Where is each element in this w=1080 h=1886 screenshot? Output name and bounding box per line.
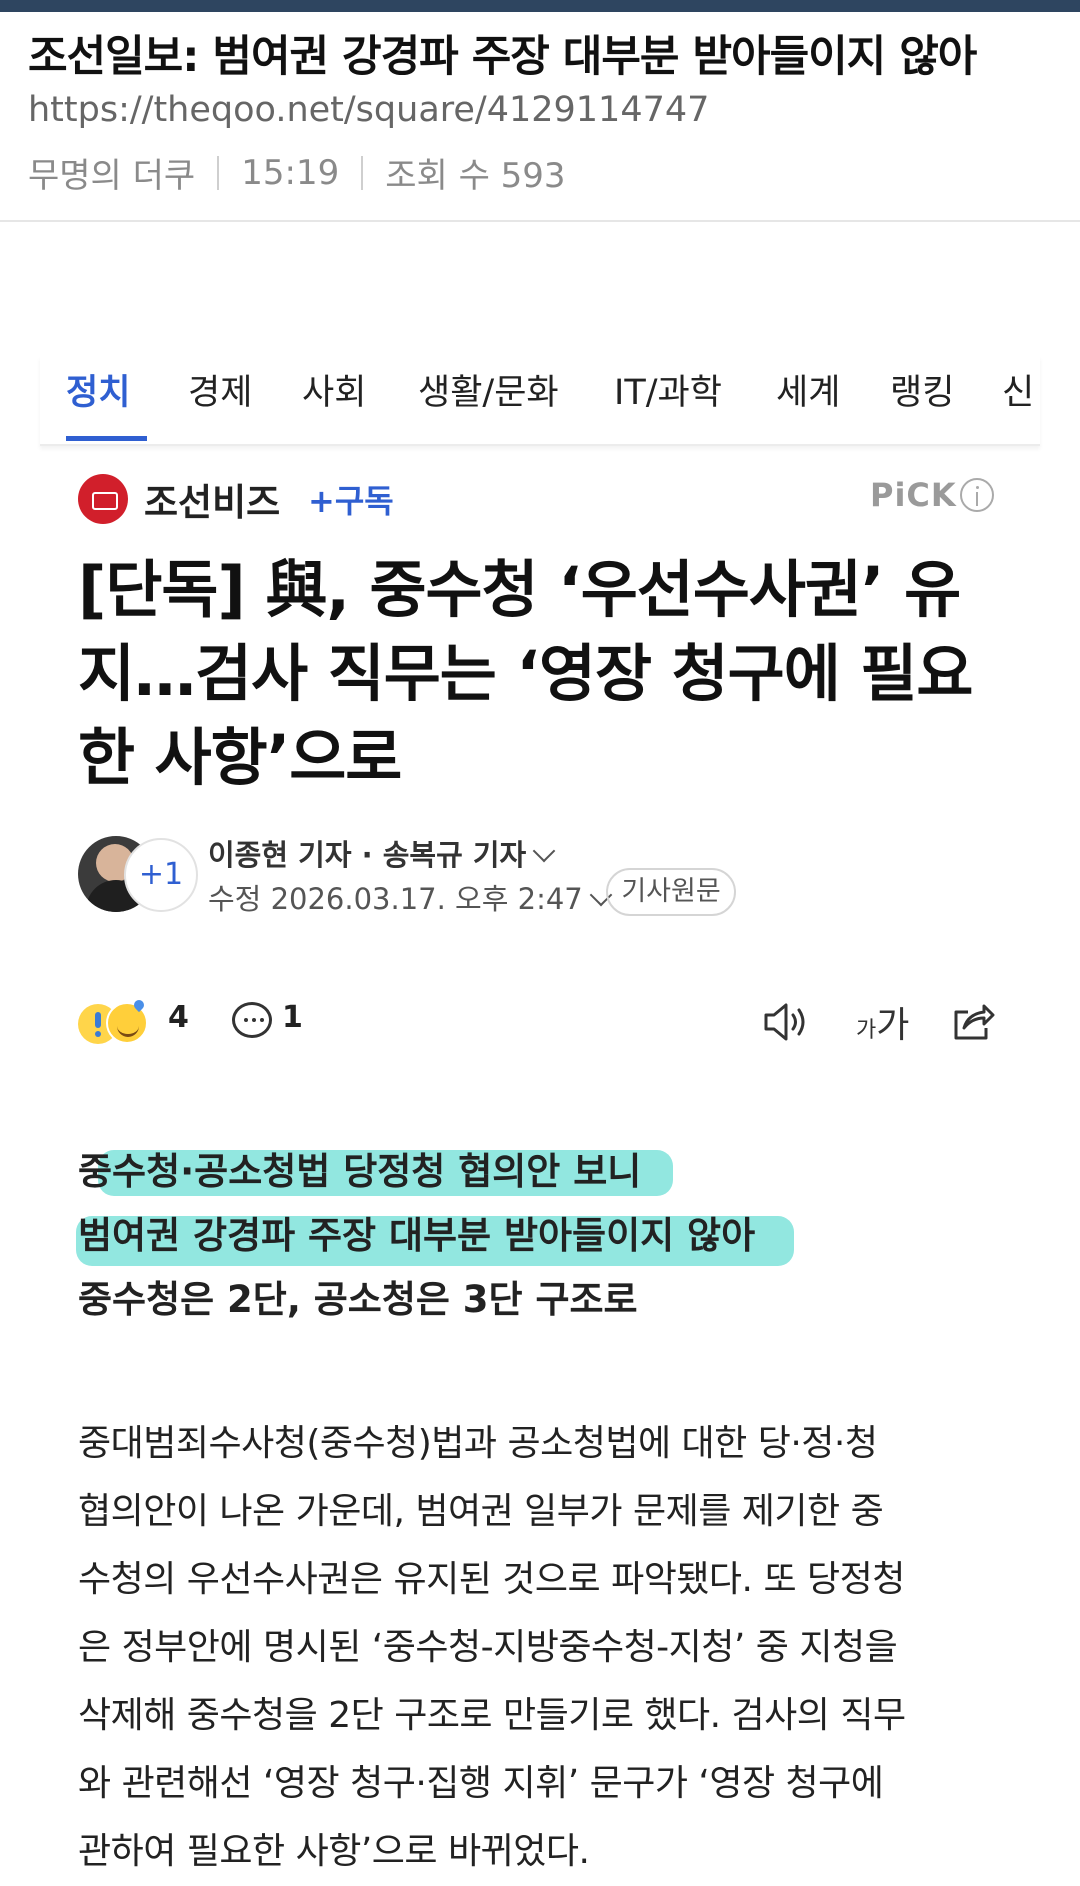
subhead-text: 중수청은 2단, 공소청은 3단 구조로 xyxy=(78,1278,638,1321)
tab-world[interactable]: 세계 xyxy=(776,364,840,415)
byline: +1 이종현 기자 · 송복규 기자 수정 2026.03.17. 오후 2:4… xyxy=(78,832,978,932)
tab-economy[interactable]: 경제 xyxy=(188,364,252,415)
original-article-button[interactable]: 기사원문 xyxy=(606,868,736,916)
article-headline: [단독] 與, 중수청 ‘우선수사권’ 유 지…검사 직무는 ‘영장 청구에 필… xyxy=(78,548,1008,800)
article-body: 중대범죄수사청(중수청)법과 공소청법에 대한 당·정·청 협의안이 나온 가운… xyxy=(78,1410,1008,1886)
subhead-line: 중수청은 2단, 공소청은 3단 구조로 xyxy=(78,1268,978,1332)
reporter-names-text: 이종현 기자 · 송복규 기자 xyxy=(208,838,527,872)
top-status-bar xyxy=(0,0,1080,12)
subhead-text: 범여권 강경파 주장 대부분 받아들이지 않아 xyxy=(78,1214,756,1257)
comment-count: 1 xyxy=(282,1000,303,1035)
reaction-count: 4 xyxy=(168,1000,189,1035)
body-line: 관하여 필요한 사항’으로 바뀌었다. xyxy=(78,1831,590,1872)
font-size-large-label: 가 xyxy=(876,1005,910,1046)
tab-more[interactable]: 신 xyxy=(1002,364,1034,415)
smile-reaction-icon[interactable] xyxy=(106,1002,148,1044)
body-line: 삭제해 중수청을 2단 구조로 만들기로 했다. 검사의 직무 xyxy=(78,1695,906,1736)
article-subheads: 중수청·공소청법 당정청 협의안 보니 범여권 강경파 주장 대부분 받아들이지… xyxy=(76,1140,978,1332)
post-header: 조선일보: 범여권 강경파 주장 대부분 받아들이지 않아 https://th… xyxy=(0,12,1080,222)
chevron-down-icon xyxy=(532,839,556,863)
comment-icon[interactable] xyxy=(232,1002,272,1038)
meta-divider xyxy=(217,155,220,190)
body-line: 와 관련해선 ‘영장 청구·집행 지휘’ 문구가 ‘영장 청구에 xyxy=(78,1763,884,1804)
body-line: 중대범죄수사청(중수청)법과 공소청법에 대한 당·정·청 xyxy=(78,1423,878,1464)
subscribe-button[interactable]: +구독 xyxy=(308,476,394,522)
reporter-names[interactable]: 이종현 기자 · 송복규 기자 xyxy=(208,832,556,874)
post-title: 조선일보: 범여권 강경파 주장 대부분 받아들이지 않아 xyxy=(28,32,977,82)
modified-date-text: 수정 2026.03.17. 오후 2:47 xyxy=(208,882,583,916)
body-line: 협의안이 나온 가운데, 범여권 일부가 문제를 제기한 중 xyxy=(78,1491,884,1532)
tab-it-science[interactable]: IT/과학 xyxy=(614,364,722,415)
article-actions: 4 1 가가 xyxy=(78,990,1008,1054)
tab-life-culture[interactable]: 생활/문화 xyxy=(418,364,559,415)
post-time: 15:19 xyxy=(241,152,340,193)
post-url-link[interactable]: https://theqoo.net/square/4129114747 xyxy=(28,90,709,130)
post-meta: 무명의 더쿠 15:19 조회 수 593 xyxy=(28,148,566,197)
tab-politics[interactable]: 정치 xyxy=(66,364,130,415)
meta-divider xyxy=(361,155,364,190)
speaker-icon[interactable] xyxy=(762,1000,810,1044)
headline-line: 한 사항’으로 xyxy=(78,721,402,794)
active-tab-indicator xyxy=(66,436,147,441)
headline-line: 지…검사 직무는 ‘영장 청구에 필요 xyxy=(78,637,973,710)
post-author: 무명의 더쿠 xyxy=(28,156,196,196)
category-tabs: 정치 경제 사회 생활/문화 IT/과학 세계 랭킹 신 xyxy=(40,356,1040,446)
press-logo-icon[interactable] xyxy=(78,474,128,524)
body-line: 은 정부안에 명시된 ‘중수청-지방중수청-지청’ 중 지청을 xyxy=(78,1627,898,1668)
headline-line: [단독] 與, 중수청 ‘우선수사권’ 유 xyxy=(78,553,961,626)
font-size-small-label: 가 xyxy=(856,1018,877,1043)
subhead-text: 중수청·공소청법 당정청 협의안 보니 xyxy=(78,1150,642,1193)
body-line: 수청의 우선수사권은 유지된 것으로 파악됐다. 또 당정청 xyxy=(78,1559,905,1600)
tab-society[interactable]: 사회 xyxy=(302,364,366,415)
font-size-icon[interactable]: 가가 xyxy=(856,996,909,1048)
subhead-line: 범여권 강경파 주장 대부분 받아들이지 않아 xyxy=(76,1204,978,1268)
press-name[interactable]: 조선비즈 xyxy=(144,472,280,526)
subhead-line: 중수청·공소청법 당정청 협의안 보니 xyxy=(78,1140,978,1204)
press-bar: 조선비즈 +구독 PiCK xyxy=(78,468,998,528)
post-views: 조회 수 593 xyxy=(385,156,566,196)
modified-date[interactable]: 수정 2026.03.17. 오후 2:47 xyxy=(208,876,613,918)
more-reporters-badge[interactable]: +1 xyxy=(124,838,198,912)
tab-ranking[interactable]: 랭킹 xyxy=(890,364,954,415)
info-icon[interactable] xyxy=(960,478,994,512)
share-icon[interactable] xyxy=(950,998,996,1044)
pick-badge: PiCK xyxy=(870,476,957,514)
